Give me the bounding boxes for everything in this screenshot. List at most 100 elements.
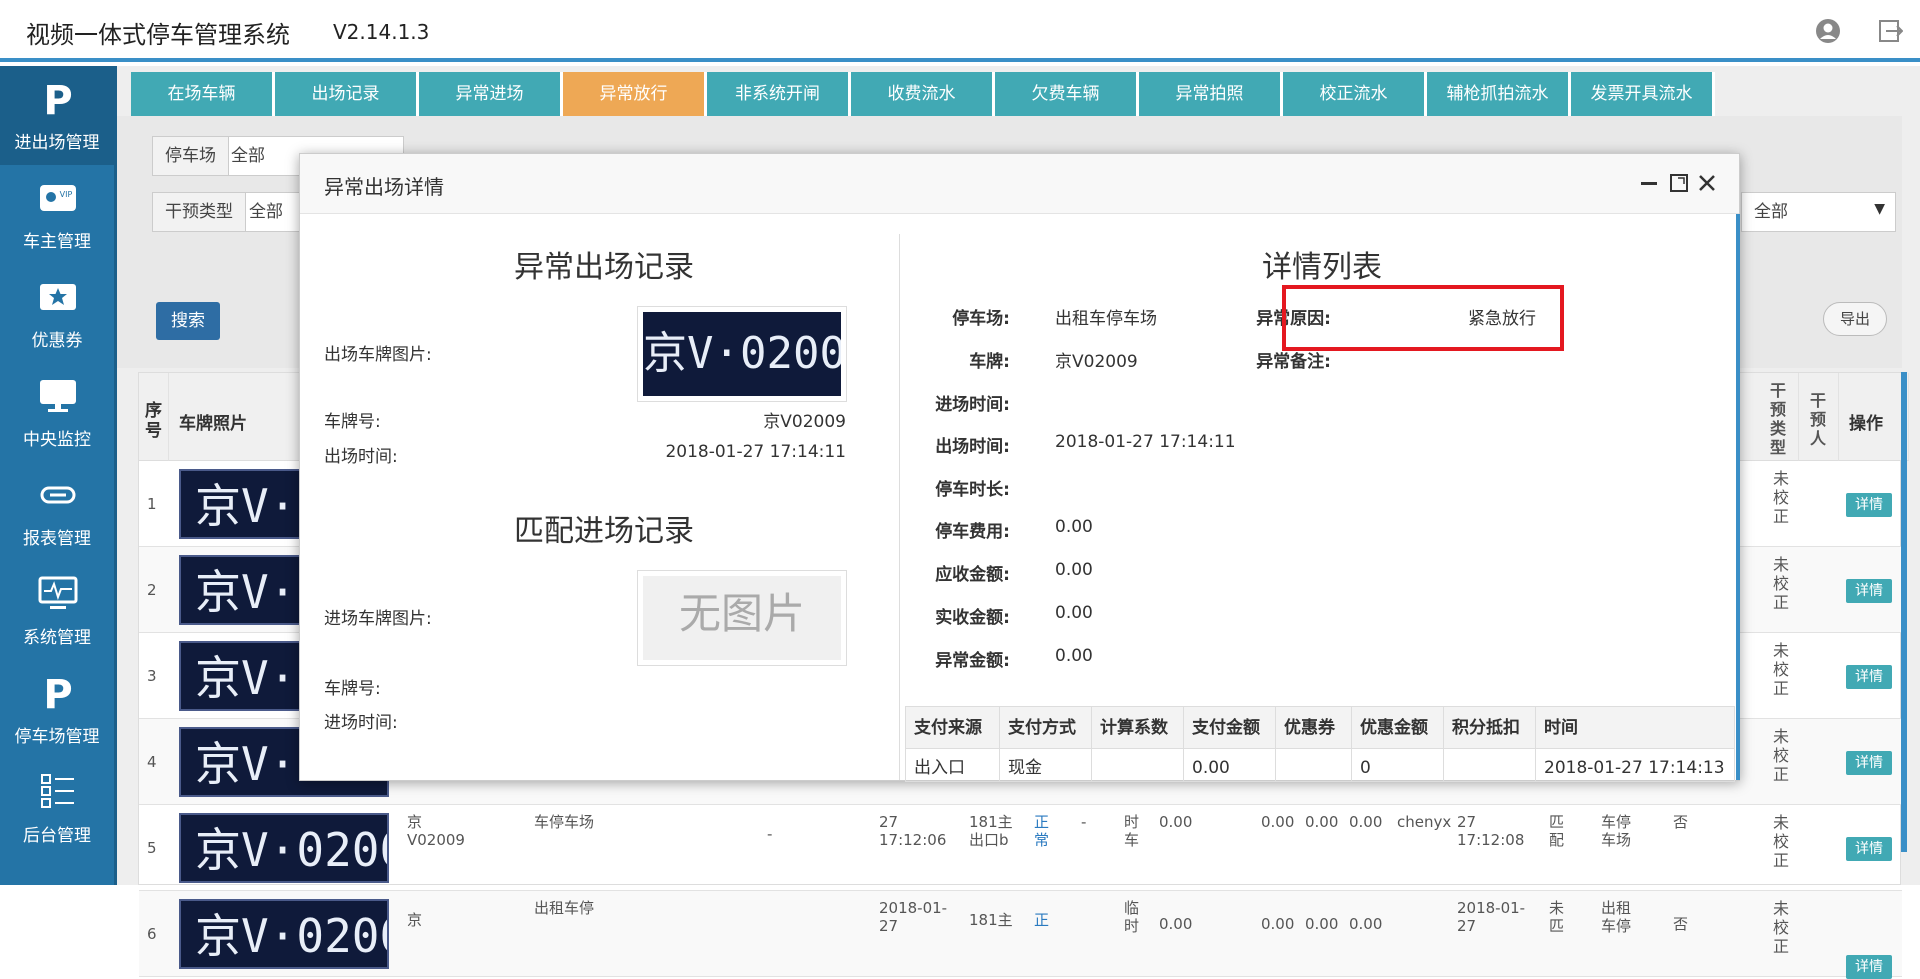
row-status: 正 [1034, 911, 1050, 929]
export-button[interactable]: 导出 [1823, 302, 1887, 336]
sidebar-item-backend[interactable]: 后台管理 [0, 759, 114, 858]
abnormal-amount-value: 0.00 [1055, 646, 1093, 666]
tab-in-lot[interactable]: 在场车辆 [131, 72, 275, 116]
row-seq: 3 [147, 667, 157, 685]
exit-time-value: 2018-01-27 17:14:11 [1055, 432, 1236, 452]
exit-time-label: 出场时间: [935, 437, 1010, 457]
sidebar-item-coupons[interactable]: 优惠券 [0, 264, 114, 363]
right-select[interactable]: 全部 ▼ [1741, 192, 1896, 232]
tab-abnormal-release[interactable]: 异常放行 [563, 72, 707, 116]
dialog-scrollbar[interactable] [1736, 214, 1740, 780]
detail-button[interactable]: 详情 [1846, 955, 1892, 979]
payment-table: 支付来源 支付方式 计算系数 支付金额 优惠券 优惠金额 积分抵扣 时间 出入口… [905, 706, 1735, 782]
row-gate: 181主出口b [969, 813, 1013, 849]
close-icon[interactable] [1696, 172, 1718, 194]
page-scrollbar[interactable] [1901, 372, 1907, 852]
svg-text:VIP: VIP [60, 190, 73, 199]
calc-factor-cell [1092, 749, 1184, 781]
row-amt4: 0.00 [1349, 915, 1383, 933]
table-row: 5 京V·02009 京V02009 车停车场 - 27 17:12:06 18… [139, 805, 1902, 891]
exit-record-panel: 异常出场记录 出场车牌图片: 京V·02009 车牌号: 京V02009 出场时… [300, 214, 900, 780]
row-yesno: 否 [1673, 915, 1689, 933]
filter-value: 全部 [1754, 202, 1788, 222]
pay-amount-cell: 0.00 [1184, 749, 1276, 781]
entry-time-label: 进场时间: [935, 395, 1010, 415]
user-circle-icon[interactable] [1815, 18, 1841, 44]
plate-photo[interactable]: 京V·02009 [179, 899, 389, 969]
sidebar: P 进出场管理 VIP 车主管理 优惠券 中央监控 报表管理 系统管理 P 停车… [0, 66, 117, 885]
row-lot2: 出租车停 [1601, 899, 1632, 935]
dialog-header: 异常出场详情 [300, 154, 1739, 214]
coupon-cell [1276, 749, 1352, 781]
row-plate-text: 京 [407, 911, 423, 929]
reason-highlight-box [1282, 285, 1564, 351]
detail-button[interactable]: 详情 [1846, 493, 1892, 517]
sidebar-item-label: 后台管理 [23, 826, 91, 846]
row-gate: 181主 [969, 911, 1013, 929]
tab-arrears[interactable]: 欠费车辆 [995, 72, 1139, 116]
top-bar: 视频一体式停车管理系统 V2.14.1.3 [0, 0, 1920, 62]
sidebar-item-owners[interactable]: VIP 车主管理 [0, 165, 114, 264]
col-pay-method: 支付方式 [1000, 707, 1092, 749]
row-amt2: 0.00 [1261, 915, 1295, 933]
tab-abnormal-entry[interactable]: 异常进场 [419, 72, 563, 116]
row-amt: 0.00 [1159, 813, 1193, 831]
col-intervene-type-label: 干预类型 [1769, 381, 1786, 457]
row-intervene-type: 未校正 [1772, 813, 1789, 870]
col-intervene-type: 干预类型 [1759, 373, 1799, 461]
detail-button[interactable]: 详情 [1846, 837, 1892, 861]
maximize-icon[interactable] [1668, 172, 1690, 194]
search-button[interactable]: 搜索 [156, 302, 220, 340]
parking-p-icon: P [43, 78, 72, 118]
sidebar-item-label: 中央监控 [23, 430, 91, 450]
col-intervene-person: 干预人 [1799, 373, 1839, 461]
tab-aux-capture[interactable]: 辅枪抓拍流水 [1427, 72, 1571, 116]
logout-icon[interactable] [1877, 18, 1903, 44]
filter-value: 全部 [249, 202, 283, 222]
entry-time-label: 进场时间: [324, 713, 398, 733]
due-value: 0.00 [1055, 560, 1093, 580]
row-match: 匹配 [1549, 813, 1565, 849]
exit-plate-image[interactable]: 京V·02009 [637, 306, 847, 402]
table-row: 6 京V·02009 京 出租车停 2018-01-27 181主 正 临时 0… [139, 891, 1902, 979]
sidebar-item-label: 进出场管理 [14, 133, 100, 153]
tab-exit-records[interactable]: 出场记录 [275, 72, 419, 116]
svg-text:P: P [43, 78, 72, 118]
list-icon [41, 774, 74, 808]
sidebar-item-monitor[interactable]: 中央监控 [0, 363, 114, 462]
row-amt3: 0.00 [1305, 813, 1339, 831]
row-seq: 4 [147, 753, 157, 771]
abnormal-exit-detail-dialog: 异常出场详情 异常出场记录 出场车牌图片: 京V·02009 车牌号: 京V02… [299, 153, 1740, 782]
sidebar-item-parking[interactable]: P 停车场管理 [0, 660, 114, 759]
tab-non-system-open[interactable]: 非系统开闸 [707, 72, 851, 116]
row-seq: 2 [147, 581, 157, 599]
exit-img-label: 出场车牌图片: [324, 345, 432, 365]
match-record-title: 匹配进场记录 [514, 514, 694, 549]
detail-button[interactable]: 详情 [1846, 579, 1892, 603]
tab-invoice-flow[interactable]: 发票开具流水 [1571, 72, 1715, 116]
sidebar-item-system[interactable]: 系统管理 [0, 561, 114, 660]
row-intervene-type: 未校正 [1772, 555, 1789, 612]
parking-label: 停车场: [952, 309, 1010, 329]
sidebar-item-entry-exit[interactable]: P 进出场管理 [0, 66, 114, 165]
minimize-icon[interactable] [1638, 172, 1660, 194]
tab-abnormal-photo[interactable]: 异常拍照 [1139, 72, 1283, 116]
detail-button[interactable]: 详情 [1846, 751, 1892, 775]
row-yesno: 否 [1673, 813, 1689, 831]
chevron-down-icon: ▼ [1874, 201, 1885, 217]
row-time2: 2018-01-27 [1457, 899, 1526, 935]
row-plate-text: 京V02009 [407, 813, 465, 849]
detail-button[interactable]: 详情 [1846, 665, 1892, 689]
row-tmp: 临时 [1124, 899, 1140, 935]
row-amt: 0.00 [1159, 915, 1193, 933]
exit-plate-label: 车牌号: [324, 412, 381, 432]
discount-amount-cell: 0 [1352, 749, 1444, 781]
col-pay-source: 支付来源 [906, 707, 1000, 749]
tab-correction-flow[interactable]: 校正流水 [1283, 72, 1427, 116]
plate-photo[interactable]: 京V·02009 [179, 813, 389, 883]
row-lot2: 车停车场 [1601, 813, 1632, 849]
tab-charge-flow[interactable]: 收费流水 [851, 72, 995, 116]
row-intervene-type: 未校正 [1772, 469, 1789, 526]
entry-img-label: 进场车牌图片: [324, 609, 432, 629]
sidebar-item-reports[interactable]: 报表管理 [0, 462, 114, 561]
